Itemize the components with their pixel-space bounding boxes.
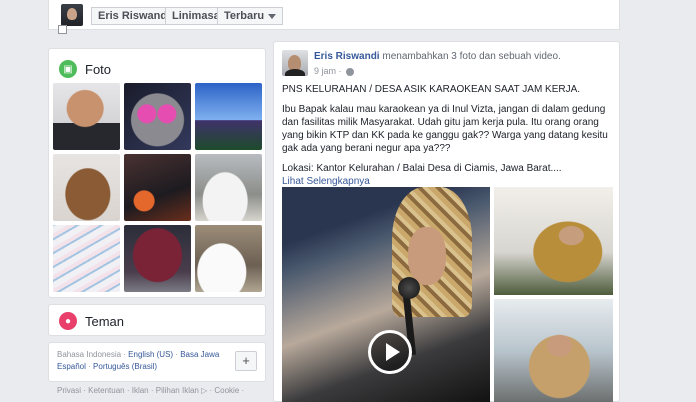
friends-card: ● Teman bbox=[48, 304, 266, 336]
checkbox[interactable] bbox=[58, 25, 67, 35]
hidden-option-row bbox=[58, 24, 258, 36]
sort-label: Terbaru bbox=[224, 10, 265, 22]
photos-card-header[interactable]: ▣ Foto bbox=[59, 59, 111, 79]
post-body: Ibu Bapak kalau mau karaokean ya di Inul… bbox=[282, 104, 608, 154]
post-timestamp[interactable]: 9 jam bbox=[314, 66, 336, 76]
add-language-button[interactable]: + bbox=[235, 351, 257, 371]
see-more-link[interactable]: Lihat Selengkapnya bbox=[282, 176, 370, 187]
photo-thumbnail[interactable] bbox=[195, 83, 262, 150]
post-author-link[interactable]: Eris Riswandi bbox=[314, 51, 380, 62]
photo-thumbnail[interactable] bbox=[124, 225, 191, 292]
current-language: Bahasa Indonesia bbox=[57, 350, 122, 359]
play-icon bbox=[386, 343, 400, 361]
post-photo[interactable] bbox=[494, 299, 613, 402]
language-link[interactable]: Español bbox=[57, 362, 86, 371]
post-location: Lokasi: Kantor Kelurahan / Balai Desa di… bbox=[282, 163, 562, 174]
post-action: menambahkan 3 foto dan sebuah video. bbox=[382, 51, 561, 62]
photo-thumbnail[interactable] bbox=[124, 83, 191, 150]
photo-thumbnail[interactable] bbox=[53, 225, 120, 292]
post-video[interactable] bbox=[282, 187, 490, 402]
globe-icon bbox=[346, 67, 355, 76]
photo-thumbnail[interactable] bbox=[195, 154, 262, 221]
language-link[interactable]: English (US) bbox=[128, 350, 173, 359]
photo-thumbnail[interactable] bbox=[53, 154, 120, 221]
photo-icon: ▣ bbox=[59, 60, 77, 78]
footer-link[interactable]: Pilihan Iklan bbox=[156, 386, 199, 395]
timeline-post: Eris Riswandi menambahkan 3 foto dan seb… bbox=[273, 41, 620, 402]
footer-links: Privasi · Ketentuan · Iklan · Pilihan Ik… bbox=[57, 386, 245, 395]
post-media bbox=[282, 187, 613, 402]
photos-card: ▣ Foto bbox=[48, 48, 266, 298]
footer-link[interactable]: Cookie bbox=[214, 386, 239, 395]
photos-card-title[interactable]: Foto bbox=[85, 62, 111, 77]
post-title-line: PNS KELURAHAN / DESA ASIK KARAOKEAN SAAT… bbox=[282, 84, 581, 95]
photo-thumbnail[interactable] bbox=[53, 83, 120, 150]
language-link[interactable]: Português (Brasil) bbox=[93, 362, 157, 371]
friends-card-header[interactable]: ● Teman bbox=[59, 311, 124, 331]
profile-avatar[interactable] bbox=[61, 4, 83, 26]
post-text: PNS KELURAHAN / DESA ASIK KARAOKEAN SAAT… bbox=[282, 83, 612, 188]
sort-dropdown[interactable]: Terbaru bbox=[217, 7, 284, 25]
timeline-view-label: Linimasa bbox=[172, 10, 220, 22]
play-button[interactable] bbox=[368, 330, 412, 374]
friends-icon: ● bbox=[59, 312, 77, 330]
photo-thumbnail[interactable] bbox=[124, 154, 191, 221]
photo-grid bbox=[53, 83, 262, 292]
language-selector: Bahasa Indonesia · English (US) · Basa J… bbox=[48, 342, 266, 382]
video-face bbox=[408, 227, 446, 285]
post-photo[interactable] bbox=[494, 187, 613, 295]
chevron-down-icon bbox=[268, 13, 277, 19]
footer-link[interactable]: Ketentuan bbox=[88, 386, 124, 395]
friends-card-title[interactable]: Teman bbox=[85, 314, 124, 329]
ad-choices-icon: ▷ bbox=[201, 386, 208, 395]
post-author-avatar[interactable] bbox=[282, 50, 308, 76]
microphone bbox=[398, 277, 420, 299]
post-header: Eris Riswandi menambahkan 3 foto dan seb… bbox=[314, 51, 561, 62]
language-link[interactable]: Basa Jawa bbox=[180, 350, 219, 359]
footer-link[interactable]: Iklan bbox=[132, 386, 149, 395]
photo-thumbnail[interactable] bbox=[195, 225, 262, 292]
footer-link[interactable]: Privasi bbox=[57, 386, 81, 395]
post-meta: 9 jam · bbox=[314, 66, 355, 76]
